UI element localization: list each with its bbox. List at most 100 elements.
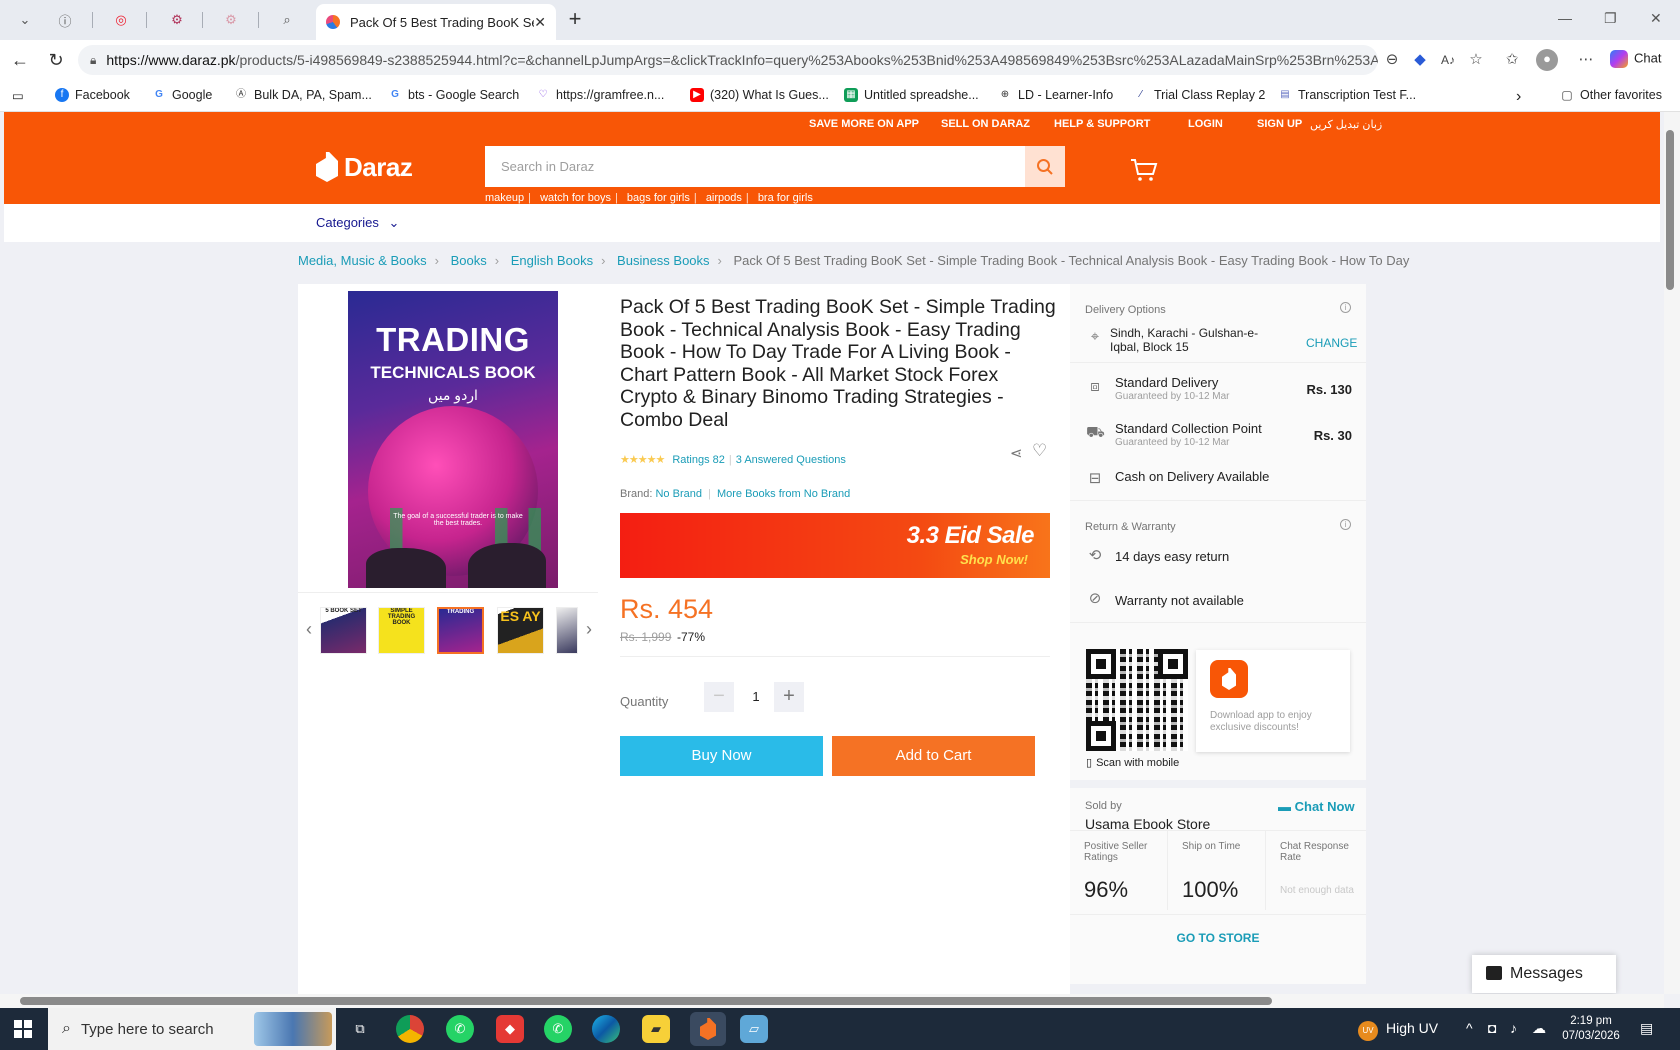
login-link[interactable]: LOGIN bbox=[1188, 118, 1223, 130]
language-switch-link[interactable]: زبان تبدیل کریں bbox=[1310, 118, 1382, 131]
info-icon[interactable]: i bbox=[1340, 302, 1351, 313]
thumbnail[interactable] bbox=[556, 607, 578, 654]
bookmark-spreadsheet[interactable]: ▦ Untitled spreadshe... bbox=[844, 88, 979, 102]
messages-button[interactable]: Messages bbox=[1472, 955, 1616, 993]
sell-on-daraz-link[interactable]: SELL ON DARAZ bbox=[941, 118, 1030, 130]
task-view-icon[interactable]: ⧉ bbox=[346, 1015, 374, 1043]
go-to-store-link[interactable]: GO TO STORE bbox=[1070, 914, 1366, 960]
window-close-icon[interactable]: ✕ bbox=[1650, 10, 1662, 27]
suggestion-link[interactable]: airpods bbox=[706, 192, 742, 204]
categories-dropdown[interactable]: Categories ⌄ bbox=[316, 215, 399, 231]
notepad-icon[interactable]: ▱ bbox=[740, 1015, 768, 1043]
url-field[interactable]: 🔒︎ https://www.daraz.pk /products/5-i498… bbox=[78, 45, 1378, 75]
thumbnail-selected[interactable]: TRADING bbox=[437, 607, 484, 654]
change-location-link[interactable]: CHANGE bbox=[1306, 336, 1357, 350]
suggestion-link[interactable]: bra for girls bbox=[758, 192, 813, 204]
bookmark-google[interactable]: G Google bbox=[152, 88, 212, 102]
active-tab[interactable]: Pack Of 5 Best Trading BooK Set - ✕ bbox=[316, 4, 556, 40]
favorites-list-icon[interactable]: ✩ bbox=[1502, 50, 1522, 70]
copilot-chat-button[interactable]: Chat bbox=[1610, 50, 1661, 68]
ratings-link[interactable]: Ratings 82 bbox=[672, 454, 725, 466]
breadcrumb-link[interactable]: Media, Music & Books bbox=[298, 253, 427, 268]
pinned-tab-google[interactable]: ◎ bbox=[96, 6, 146, 34]
back-arrow-icon[interactable]: ← bbox=[8, 48, 32, 72]
thumbnail[interactable]: SIMPLE TRADING BOOK bbox=[378, 607, 425, 654]
bookmarks-toggle-icon[interactable]: ▭ bbox=[12, 88, 24, 103]
horizontal-scroll-thumb[interactable] bbox=[20, 997, 1272, 1005]
save-more-on-app-link[interactable]: SAVE MORE ON APP bbox=[809, 118, 919, 130]
start-windows-icon[interactable] bbox=[14, 1020, 32, 1038]
thumbnail[interactable]: ES AY bbox=[497, 607, 544, 654]
bookmark-ld-learner[interactable]: ⊕ LD - Learner-Info bbox=[998, 88, 1113, 102]
promo-banner[interactable]: 3.3 Eid Sale Shop Now! bbox=[620, 513, 1050, 578]
thumbnail[interactable]: 5 BOOK SET bbox=[320, 607, 367, 654]
other-favorites[interactable]: ▢ Other favorites bbox=[1560, 88, 1662, 102]
more-menu-icon[interactable]: ⋯ bbox=[1576, 50, 1596, 70]
whatsapp-icon[interactable]: ✆ bbox=[446, 1015, 474, 1043]
breadcrumb-link[interactable]: Books bbox=[451, 253, 487, 268]
weather-widget[interactable]: UV High UV bbox=[1358, 1020, 1438, 1041]
suggestion-link[interactable]: makeup bbox=[485, 192, 524, 204]
add-to-cart-button[interactable]: Add to Cart bbox=[832, 736, 1035, 776]
bookmark-bulk-da[interactable]: Ⓐ Bulk DA, PA, Spam... bbox=[234, 88, 372, 102]
taskbar-search[interactable]: ⌕ Type here to search bbox=[48, 1008, 336, 1050]
camera-icon[interactable]: ◘ bbox=[1488, 1020, 1496, 1036]
new-tab-button[interactable]: + bbox=[562, 7, 588, 33]
bookmark-transcription[interactable]: ▤ Transcription Test F... bbox=[1278, 88, 1416, 102]
sticky-notes-icon[interactable]: ▰ bbox=[642, 1015, 670, 1043]
bookmark-gramfree[interactable]: ♡ https://gramfree.n... bbox=[536, 88, 664, 102]
maximize-icon[interactable]: ❐ bbox=[1604, 10, 1617, 27]
pinned-tab-gear[interactable]: ⚙ bbox=[152, 6, 202, 34]
bookmarks-overflow-chevron-icon[interactable]: › bbox=[1516, 88, 1521, 106]
profile-avatar[interactable]: ● bbox=[1536, 49, 1558, 71]
chrome-icon[interactable] bbox=[396, 1015, 424, 1043]
answered-questions-link[interactable]: 3 Answered Questions bbox=[736, 454, 846, 466]
cart-button[interactable] bbox=[1130, 158, 1158, 182]
breadcrumb-link[interactable]: Business Books bbox=[617, 253, 710, 268]
wishlist-heart-icon[interactable]: ♡ bbox=[1032, 441, 1047, 461]
search-button[interactable] bbox=[1025, 146, 1065, 187]
volume-icon[interactable]: ♪ bbox=[1510, 1020, 1517, 1036]
product-main-image[interactable]: TRADING TECHNICALS BOOK اردو میں The goa… bbox=[348, 291, 558, 588]
more-from-brand-link[interactable]: More Books from No Brand bbox=[717, 488, 850, 500]
minimize-icon[interactable]: — bbox=[1558, 10, 1572, 26]
whatsapp-business-icon[interactable]: ✆ bbox=[544, 1015, 572, 1043]
search-input[interactable] bbox=[485, 146, 1025, 187]
app-download-box[interactable]: Download app to enjoy exclusive discount… bbox=[1196, 650, 1350, 752]
buy-now-button[interactable]: Buy Now bbox=[620, 736, 823, 776]
chat-now-button[interactable]: ▬ Chat Now bbox=[1278, 799, 1355, 814]
coupon-icon[interactable]: ◆ bbox=[1410, 50, 1430, 70]
pinned-tab-info[interactable]: ⓘ bbox=[40, 6, 90, 34]
brand-link[interactable]: No Brand bbox=[655, 488, 701, 500]
quantity-value[interactable]: 1 bbox=[742, 682, 770, 712]
thumbnail-prev-icon[interactable]: ‹ bbox=[306, 619, 312, 640]
bookmark-youtube[interactable]: ▶ (320) What Is Gues... bbox=[690, 88, 829, 102]
help-support-link[interactable]: HELP & SUPPORT bbox=[1054, 118, 1150, 130]
quantity-increase-button[interactable]: + bbox=[774, 682, 804, 712]
thumbnail-next-icon[interactable]: › bbox=[586, 619, 592, 640]
edge-icon[interactable] bbox=[592, 1015, 620, 1043]
quantity-decrease-button[interactable]: − bbox=[704, 682, 734, 712]
bookmark-bts-search[interactable]: Gbts - Google Search bbox=[388, 88, 519, 102]
bookmark-facebook[interactable]: f Facebook bbox=[55, 88, 130, 102]
share-icon[interactable]: ⋖ bbox=[1010, 444, 1023, 462]
daraz-logo[interactable]: Daraz bbox=[316, 150, 413, 184]
read-aloud-icon[interactable]: A♪ bbox=[1438, 50, 1458, 70]
cloud-icon[interactable]: ☁ bbox=[1532, 1020, 1546, 1037]
suggestion-link[interactable]: watch for boys bbox=[540, 192, 611, 204]
refresh-icon[interactable]: ↻ bbox=[44, 48, 68, 72]
suggestion-link[interactable]: bags for girls bbox=[627, 192, 690, 204]
pinned-tab-search[interactable]: ⌕ bbox=[262, 6, 312, 34]
bookmark-trial-class[interactable]: ⁄ Trial Class Replay 2 bbox=[1134, 88, 1265, 102]
pinned-tab-gear-2[interactable]: ⚙ bbox=[206, 6, 256, 34]
favorite-star-icon[interactable]: ☆ bbox=[1466, 50, 1486, 70]
notification-icon[interactable]: ▤ bbox=[1640, 1020, 1653, 1037]
breadcrumb-link[interactable]: English Books bbox=[511, 253, 593, 268]
active-app-icon[interactable] bbox=[690, 1012, 726, 1046]
taskbar-clock[interactable]: 2:19 pm 07/03/2026 bbox=[1556, 1014, 1626, 1044]
zoom-icon[interactable]: ⊖ bbox=[1382, 50, 1402, 70]
info-icon[interactable]: i bbox=[1340, 519, 1351, 530]
signup-link[interactable]: SIGN UP bbox=[1257, 118, 1302, 130]
close-tab-icon[interactable]: ✕ bbox=[534, 14, 546, 31]
tray-chevron-up-icon[interactable]: ^ bbox=[1466, 1020, 1473, 1036]
